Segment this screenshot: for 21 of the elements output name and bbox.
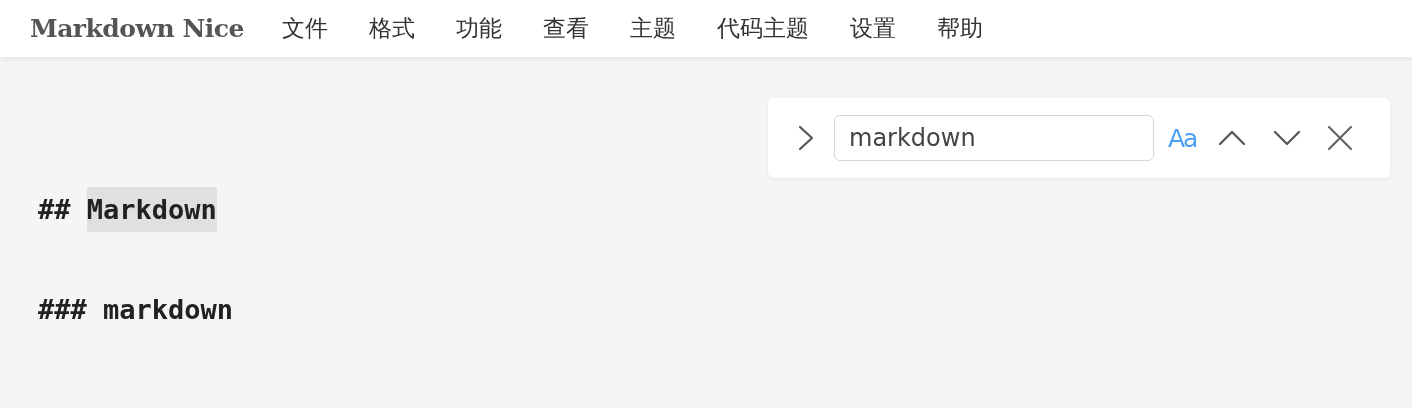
menu-item[interactable]: 主题: [629, 13, 676, 44]
chevron-right-icon: [796, 124, 816, 152]
app-title: Markdown Nice: [30, 14, 244, 43]
code-text: ### markdown: [38, 293, 234, 325]
chevron-up-icon: [1218, 129, 1247, 147]
next-match-button[interactable]: [1273, 129, 1302, 147]
previous-match-button[interactable]: [1218, 129, 1247, 147]
close-button[interactable]: [1327, 125, 1354, 151]
menu-item[interactable]: 代码主题: [716, 13, 809, 44]
search-field[interactable]: markdown: [834, 115, 1154, 161]
menu-item[interactable]: 帮助: [936, 13, 983, 44]
menu-item[interactable]: 功能: [455, 13, 502, 44]
close-icon: [1327, 125, 1354, 151]
expand-replace-button[interactable]: [796, 124, 816, 152]
menu-item[interactable]: 查看: [542, 13, 589, 44]
menu-item[interactable]: 格式: [368, 13, 415, 44]
search-match: Markdown: [86, 186, 217, 232]
chevron-down-icon: [1273, 129, 1302, 147]
menu-item[interactable]: 设置: [849, 13, 896, 44]
code-text: ##: [38, 193, 72, 225]
menu-item[interactable]: 文件: [281, 13, 328, 44]
